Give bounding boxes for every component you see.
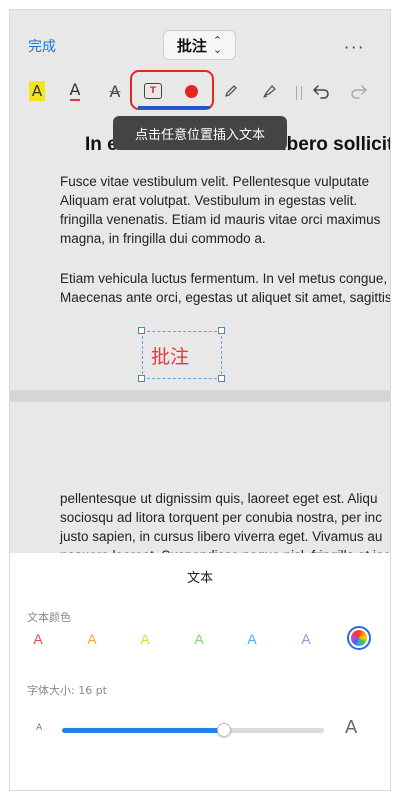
color-swatch[interactable]: A	[187, 629, 211, 649]
resize-handle-top-left[interactable]	[138, 327, 145, 334]
mode-selector[interactable]: 批注 ⌃ ⌄	[163, 30, 236, 60]
resize-handle-bottom-right[interactable]	[218, 375, 225, 382]
font-size-slider[interactable]	[62, 723, 324, 737]
text-line: pellentesque ut dignissim quis, laoreet …	[60, 491, 378, 506]
paragraph-1: Fusce vitae vestibulum velit. Pellentesq…	[60, 172, 390, 248]
annotation-toolbar: A A A T	[10, 70, 390, 110]
paragraph-3: pellentesque ut dignissim quis, laoreet …	[60, 489, 390, 554]
pencil-tool[interactable]	[218, 78, 244, 104]
color-swatch[interactable]: A	[133, 629, 157, 649]
text-line: Aliquam erat volutpat. Vestibulum in ege…	[60, 193, 358, 208]
toolbar-divider	[296, 86, 302, 100]
text-line: Fusce vitae vestibulum velit. Pellentesq…	[60, 174, 370, 189]
underline-icon: A	[69, 80, 81, 101]
slider-fill	[62, 728, 225, 733]
color-swatch[interactable]: A	[26, 629, 50, 649]
text-line: justo sapien, in cursus libero viverra e…	[60, 529, 383, 544]
insert-text-tooltip: 点击任意位置插入文本	[113, 116, 287, 150]
redo-icon	[351, 85, 367, 99]
slider-thumb[interactable]	[217, 723, 232, 737]
marker-icon	[262, 84, 276, 98]
text-line: fringilla venenatis. Etiam id mauris vit…	[60, 212, 381, 227]
text-annotation-box[interactable]: 批注	[142, 331, 222, 379]
color-swatch[interactable]: A	[294, 629, 318, 649]
color-record-tool[interactable]	[178, 78, 204, 104]
color-swatch[interactable]: A	[80, 629, 104, 649]
document-page-2[interactable]: pellentesque ut dignissim quis, laoreet …	[10, 402, 390, 554]
large-size-glyph: A	[345, 717, 358, 738]
underline-tool[interactable]: A	[62, 78, 88, 104]
text-line: magna, in fringilla dui commodo a.	[60, 231, 266, 246]
text-color-label: 文本颜色	[27, 611, 71, 624]
resize-handle-bottom-left[interactable]	[138, 375, 145, 382]
strikethrough-tool[interactable]: A	[102, 78, 128, 104]
highlight-icon: A	[28, 81, 46, 101]
marker-tool[interactable]	[256, 78, 282, 104]
text-line: Maecenas ante orci, egestas ut aliquet s…	[60, 290, 390, 305]
page-separator	[10, 390, 390, 402]
small-size-glyph: A	[36, 723, 43, 733]
text-style-sheet: 文本 文本颜色 A A A A A A 字体大小: 16 pt A A	[10, 553, 390, 790]
color-swatch[interactable]: A	[240, 629, 264, 649]
redo-button[interactable]	[346, 78, 372, 104]
custom-color-wheel-icon[interactable]	[347, 626, 371, 650]
paragraph-2: Etiam vehicula luctus fermentum. In vel …	[60, 269, 390, 307]
selected-tool-underline	[138, 106, 210, 109]
text-line: Etiam vehicula luctus fermentum. In vel …	[60, 271, 388, 286]
resize-handle-top-right[interactable]	[218, 327, 225, 334]
annotation-text[interactable]: 批注	[151, 342, 189, 369]
undo-button[interactable]	[308, 78, 334, 104]
app-frame: 完成 批注 ⌃ ⌄ ··· A A A T In libero sollici …	[10, 10, 390, 790]
done-button[interactable]: 完成	[28, 36, 56, 56]
font-size-label: 字体大小: 16 pt	[27, 684, 107, 697]
text-box-icon: T	[144, 83, 162, 99]
chevron-updown-icon: ⌃ ⌄	[212, 34, 223, 56]
undo-icon	[313, 85, 329, 99]
pencil-icon	[225, 85, 237, 97]
highlight-tool[interactable]: A	[24, 78, 50, 104]
mode-label: 批注	[176, 36, 207, 55]
sheet-title: 文本	[186, 571, 213, 586]
document-page[interactable]: In eleifend velit vitae libero sollicitu…	[10, 120, 390, 390]
more-icon[interactable]: ···	[344, 38, 365, 57]
strikethrough-icon: A	[109, 81, 121, 101]
red-dot-icon	[184, 84, 198, 98]
text-box-tool[interactable]: T	[140, 78, 166, 104]
text-line: sociosqu ad litora torquent per conubia …	[60, 510, 382, 525]
